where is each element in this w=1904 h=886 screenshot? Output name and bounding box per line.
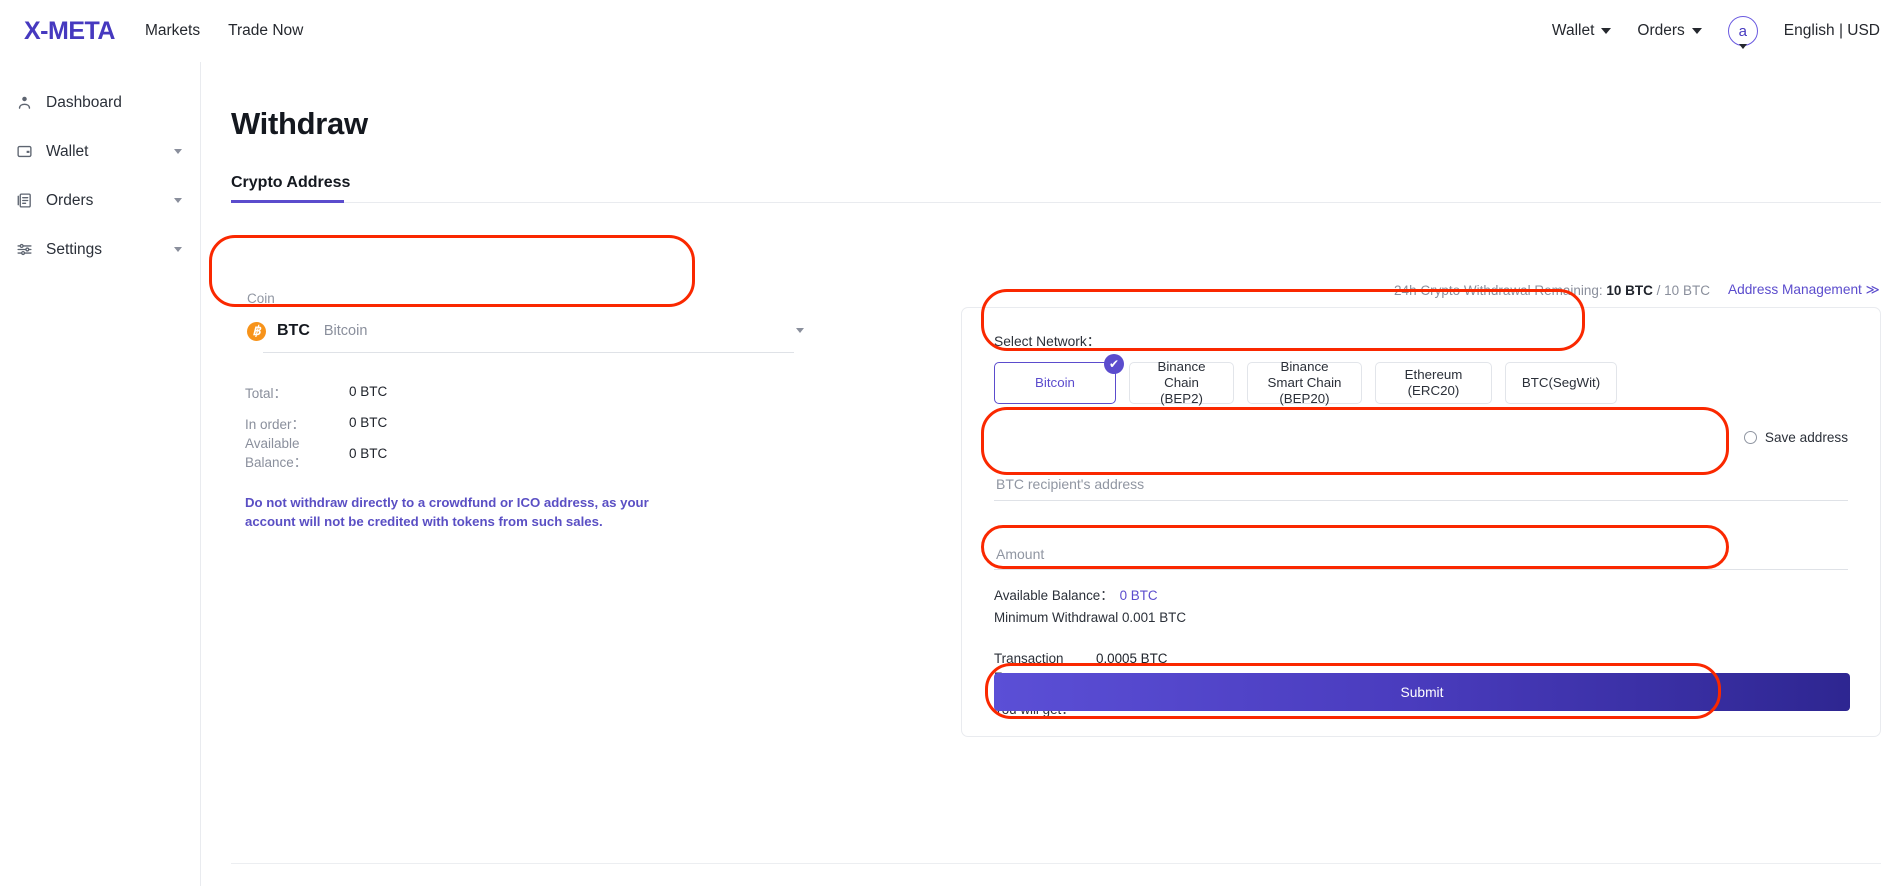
stat-row: Available Balance： 0 BTC (245, 436, 826, 470)
tab-bar: Crypto Address (231, 174, 1881, 203)
coin-selector[interactable]: Coin ฿ BTC Bitcoin (231, 277, 826, 353)
withdraw-form-panel: Select Network： Bitcoin ✔ Binance Chain … (961, 307, 1881, 737)
withdrawal-limit-text: 24h Crypto Withdrawal Remaining: 10 BTC … (1394, 283, 1710, 298)
recipient-address-field[interactable]: Save address BTC recipient's address (994, 428, 1848, 501)
coin-name: Bitcoin (323, 323, 368, 339)
amount-placeholder: Amount (996, 546, 1045, 562)
radio-icon (1743, 431, 1757, 444)
stat-value: 0 BTC (349, 384, 388, 399)
stat-row: In order： 0 BTC (245, 412, 826, 433)
account-menu[interactable]: a (1727, 16, 1758, 49)
amount-field[interactable]: Amount (994, 525, 1848, 570)
locale-selector[interactable]: English | USD (1784, 22, 1880, 40)
tab-rule (231, 202, 1881, 203)
chevron-down-icon (1691, 28, 1702, 34)
network-option-label: Ethereum (ERC20) (1404, 366, 1463, 398)
submit-button[interactable]: Submit (994, 673, 1850, 711)
list-icon (16, 192, 38, 209)
network-option-bitcoin[interactable]: Bitcoin ✔ (994, 354, 1124, 404)
sidebar: Dashboard Wallet Orders Settings (0, 62, 201, 886)
sidebar-item-settings[interactable]: Settings (0, 225, 200, 274)
page-title: Withdraw (231, 106, 368, 141)
available-balance-label: Available Balance： (994, 588, 1114, 603)
tab-crypto-address[interactable]: Crypto Address (231, 174, 350, 203)
sidebar-item-dashboard[interactable]: Dashboard (0, 78, 200, 127)
sidebar-item-label: Settings (46, 240, 103, 258)
withdrawal-limit-info: 24h Crypto Withdrawal Remaining: 10 BTC … (1394, 282, 1880, 298)
stat-value: 0 BTC (349, 415, 388, 430)
btc-coin-icon: ฿ (247, 321, 266, 341)
recipient-address-placeholder: BTC recipient's address (996, 476, 1145, 492)
available-balance-line: Available Balance： 0 BTC (994, 584, 1848, 604)
coin-field-label: Coin (247, 291, 275, 306)
chevron-down-icon (1738, 44, 1747, 49)
primary-nav: Markets Trade Now (145, 22, 303, 40)
coin-column: Coin ฿ BTC Bitcoin Total： 0 BTC In order… (209, 235, 826, 531)
stat-row: Total： 0 BTC (245, 381, 826, 402)
stat-label: Available Balance： (245, 436, 308, 470)
top-header: X-META Markets Trade Now Wallet Orders a… (0, 0, 1904, 62)
minimum-withdrawal-text: Minimum Withdrawal 0.001 BTC (994, 610, 1186, 625)
main-content: Withdraw Crypto Address Coin ฿ BTC Bitco… (201, 62, 1904, 886)
tab-active-indicator (231, 200, 344, 203)
nav-markets[interactable]: Markets (145, 22, 200, 40)
withdraw-warning: Do not withdraw directly to a crowdfund … (245, 495, 649, 529)
limit-total: 10 BTC (1664, 282, 1710, 298)
nav-orders-label: Orders (1637, 22, 1685, 39)
nav-trade-now[interactable]: Trade Now (228, 22, 303, 40)
network-option-label: Binance Smart Chain (BEP20) (1267, 358, 1342, 407)
chevron-down-icon (174, 198, 182, 203)
footer-divider (231, 863, 1881, 864)
network-options: Bitcoin ✔ Binance Chain (BEP2) Binance S… (994, 354, 1848, 406)
sidebar-item-label: Wallet (46, 142, 89, 160)
available-balance-value: 0 BTC (1119, 588, 1158, 603)
coin-selected-row[interactable]: ฿ BTC Bitcoin (247, 310, 810, 352)
chevron-down-icon (174, 247, 182, 252)
network-option-label: Bitcoin (1035, 374, 1075, 390)
chevron-down-icon (1601, 28, 1612, 34)
sidebar-item-label: Dashboard (46, 93, 122, 111)
chevron-down-icon (174, 149, 182, 154)
limit-separator: / (1652, 282, 1665, 298)
stat-label: Total： (245, 385, 288, 401)
avatar: a (1727, 16, 1758, 46)
select-network-label: Select Network： (994, 334, 1101, 349)
wallet-icon (16, 143, 38, 160)
sidebar-item-orders[interactable]: Orders (0, 176, 200, 225)
save-address-label: Save address (1764, 430, 1848, 445)
network-option-bep2[interactable]: Binance Chain (BEP2) (1129, 359, 1234, 406)
check-icon: ✔ (1104, 354, 1124, 374)
app-logo[interactable]: X-META (24, 17, 115, 46)
balance-stats: Total： 0 BTC In order： 0 BTC Available B… (245, 381, 826, 470)
chevron-down-icon[interactable] (796, 328, 804, 333)
stat-label: In order： (245, 416, 306, 432)
limit-prefix: 24h Crypto Withdrawal Remaining: (1394, 282, 1607, 298)
save-address-toggle[interactable]: Save address (1743, 430, 1848, 445)
nav-orders-menu[interactable]: Orders (1637, 22, 1702, 40)
sidebar-item-label: Orders (46, 191, 94, 209)
network-option-label: Binance Chain (BEP2) (1157, 358, 1206, 407)
limit-used: 10 BTC (1606, 282, 1653, 298)
user-icon (16, 94, 38, 111)
network-option-label: BTC(SegWit) (1521, 374, 1601, 390)
stat-value: 0 BTC (349, 446, 388, 461)
address-management-link[interactable]: Address Management ≫ (1728, 282, 1880, 298)
sliders-icon (16, 241, 38, 258)
network-option-erc20[interactable]: Ethereum (ERC20) (1375, 362, 1492, 404)
network-option-bep20[interactable]: Binance Smart Chain (BEP20) (1247, 359, 1362, 406)
coin-field-underline (263, 352, 794, 353)
secondary-nav: Wallet Orders a English | USD (1552, 16, 1880, 49)
field-underline (994, 500, 1848, 501)
network-option-segwit[interactable]: BTC(SegWit) (1505, 362, 1617, 404)
field-underline (994, 569, 1848, 570)
nav-wallet-label: Wallet (1551, 22, 1595, 39)
nav-wallet-menu[interactable]: Wallet (1552, 22, 1612, 40)
coin-code: BTC (277, 322, 310, 339)
sidebar-item-wallet[interactable]: Wallet (0, 127, 200, 176)
